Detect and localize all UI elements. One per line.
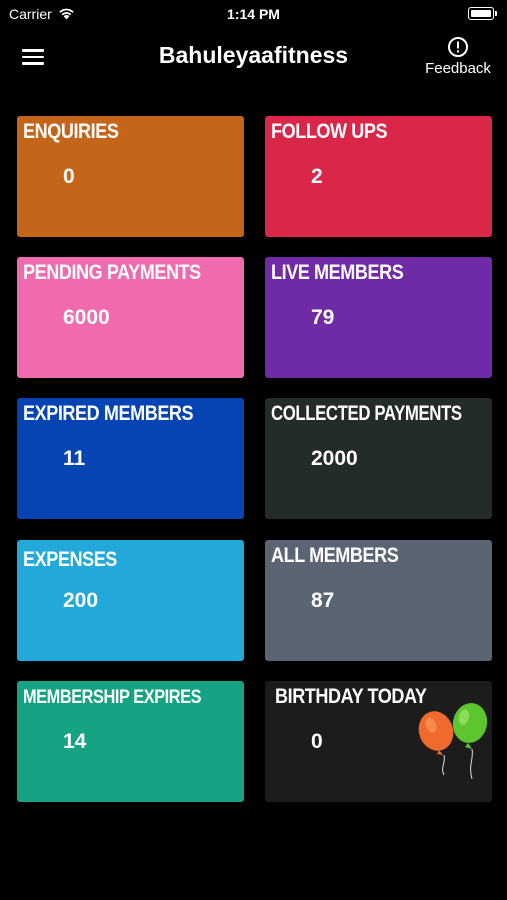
card-value: 11 — [63, 447, 86, 470]
status-bar: Carrier 1:14 PM — [0, 0, 507, 28]
card-membership-expires[interactable]: MEMBERSHIP EXPIRES 14 — [17, 681, 244, 802]
card-value: 200 — [63, 589, 99, 612]
card-all-members[interactable]: ALL MEMBERS 87 — [265, 540, 492, 661]
card-value: 87 — [311, 589, 335, 612]
card-pending-payments[interactable]: PENDING PAYMENTS 6000 — [17, 257, 244, 378]
card-value: 2 — [311, 165, 323, 188]
app-header: Bahuleyaafitness Feedback — [0, 28, 507, 88]
card-title: COLLECTED PAYMENTS — [271, 402, 462, 425]
card-title: ALL MEMBERS — [271, 544, 399, 567]
card-title: FOLLOW UPS — [271, 120, 388, 143]
balloons-icon — [418, 703, 488, 780]
card-expired-members[interactable]: EXPIRED MEMBERS 11 — [17, 398, 244, 519]
card-value: 79 — [311, 306, 335, 329]
card-expenses[interactable]: EXPENSES 200 — [17, 540, 244, 661]
feedback-label: Feedback — [425, 60, 491, 77]
card-title: BIRTHDAY TODAY — [275, 685, 427, 708]
status-time: 1:14 PM — [227, 6, 280, 22]
card-title: PENDING PAYMENTS — [23, 261, 201, 284]
exclamation-circle-icon — [448, 37, 468, 57]
card-value: 2000 — [311, 447, 358, 470]
card-live-members[interactable]: LIVE MEMBERS 79 — [265, 257, 492, 378]
card-enquiries[interactable]: ENQUIRIES 0 — [17, 116, 244, 237]
card-birthday-today[interactable]: BIRTHDAY TODAY 0 — [265, 681, 492, 802]
battery-icon — [468, 7, 497, 20]
card-title: LIVE MEMBERS — [271, 261, 404, 284]
card-title: ENQUIRIES — [23, 120, 119, 143]
card-title: EXPIRED MEMBERS — [23, 402, 194, 425]
card-title: EXPENSES — [23, 548, 117, 571]
card-value: 14 — [63, 730, 87, 753]
feedback-button[interactable]: Feedback — [421, 36, 495, 77]
card-value: 0 — [63, 165, 75, 188]
card-value: 0 — [311, 730, 323, 753]
card-collected-payments[interactable]: COLLECTED PAYMENTS 2000 — [265, 398, 492, 519]
card-follow-ups[interactable]: FOLLOW UPS 2 — [265, 116, 492, 237]
card-value: 6000 — [63, 306, 110, 329]
card-title: MEMBERSHIP EXPIRES — [23, 687, 202, 708]
